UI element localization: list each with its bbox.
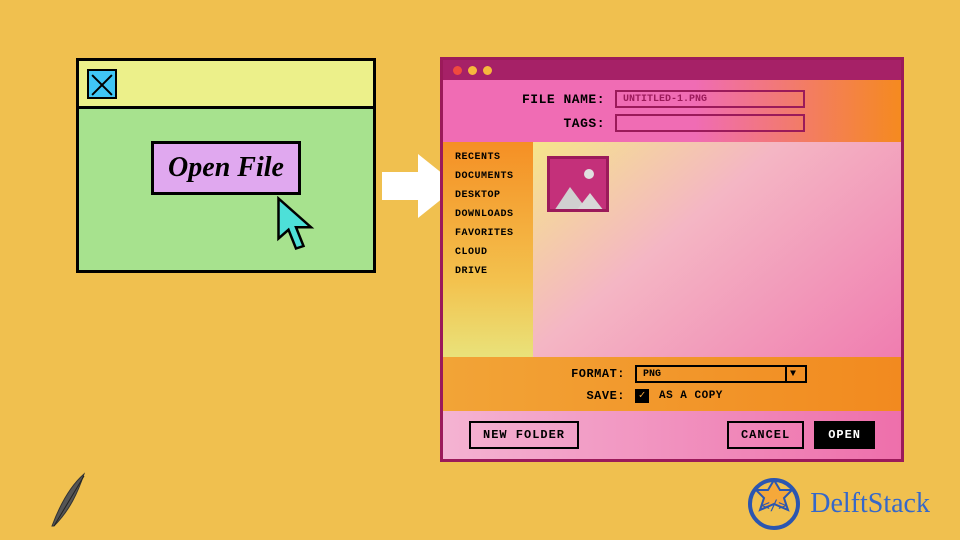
dialog-body: RECENTS DOCUMENTS DESKTOP DOWNLOADS FAVO… [443, 142, 901, 357]
filename-input[interactable] [615, 90, 805, 108]
cancel-button[interactable]: CANCEL [727, 421, 804, 449]
dialog-options: FORMAT: PNG ▼ SAVE: ✓ AS A COPY [443, 357, 901, 411]
dialog-titlebar [443, 60, 901, 80]
traffic-max-icon[interactable] [483, 66, 492, 75]
new-folder-button[interactable]: NEW FOLDER [469, 421, 579, 449]
sidebar-item-desktop[interactable]: DESKTOP [455, 190, 533, 201]
logo-icon: </> [746, 476, 802, 532]
file-dialog: FILE NAME: TAGS: RECENTS DOCUMENTS DESKT… [440, 57, 904, 462]
sidebar-item-cloud[interactable]: CLOUD [455, 247, 533, 258]
brand-text: DelftStack [810, 488, 930, 520]
close-icon[interactable] [87, 69, 117, 99]
format-value: PNG [643, 369, 661, 380]
source-body: Open File [79, 109, 373, 270]
sidebar: RECENTS DOCUMENTS DESKTOP DOWNLOADS FAVO… [443, 142, 533, 357]
tags-label: TAGS: [517, 116, 605, 131]
sidebar-item-documents[interactable]: DOCUMENTS [455, 171, 533, 182]
filename-label: FILE NAME: [517, 92, 605, 107]
file-grid [533, 142, 901, 357]
svg-text:</>: </> [762, 498, 787, 514]
tags-input[interactable] [615, 114, 805, 132]
open-button[interactable]: OPEN [814, 421, 875, 449]
source-titlebar [79, 61, 373, 109]
dialog-footer: NEW FOLDER CANCEL OPEN [443, 411, 901, 459]
chevron-down-icon: ▼ [785, 367, 799, 381]
save-copy-checkbox[interactable]: ✓ [635, 389, 649, 403]
sidebar-item-favorites[interactable]: FAVORITES [455, 228, 533, 239]
traffic-min-icon[interactable] [468, 66, 477, 75]
brand-logo: </> DelftStack [746, 476, 930, 532]
file-thumbnail[interactable] [547, 156, 609, 212]
dialog-header: FILE NAME: TAGS: [443, 80, 901, 142]
format-select[interactable]: PNG ▼ [635, 365, 807, 383]
feather-icon [44, 470, 92, 530]
sidebar-item-downloads[interactable]: DOWNLOADS [455, 209, 533, 220]
format-label: FORMAT: [567, 367, 625, 381]
traffic-close-icon[interactable] [453, 66, 462, 75]
open-file-button[interactable]: Open File [151, 141, 301, 195]
save-label: SAVE: [567, 389, 625, 403]
sidebar-item-recents[interactable]: RECENTS [455, 152, 533, 163]
save-copy-text: AS A COPY [659, 390, 723, 402]
sidebar-item-drive[interactable]: DRIVE [455, 266, 533, 277]
image-icon [584, 169, 594, 179]
source-window: Open File [76, 58, 376, 273]
